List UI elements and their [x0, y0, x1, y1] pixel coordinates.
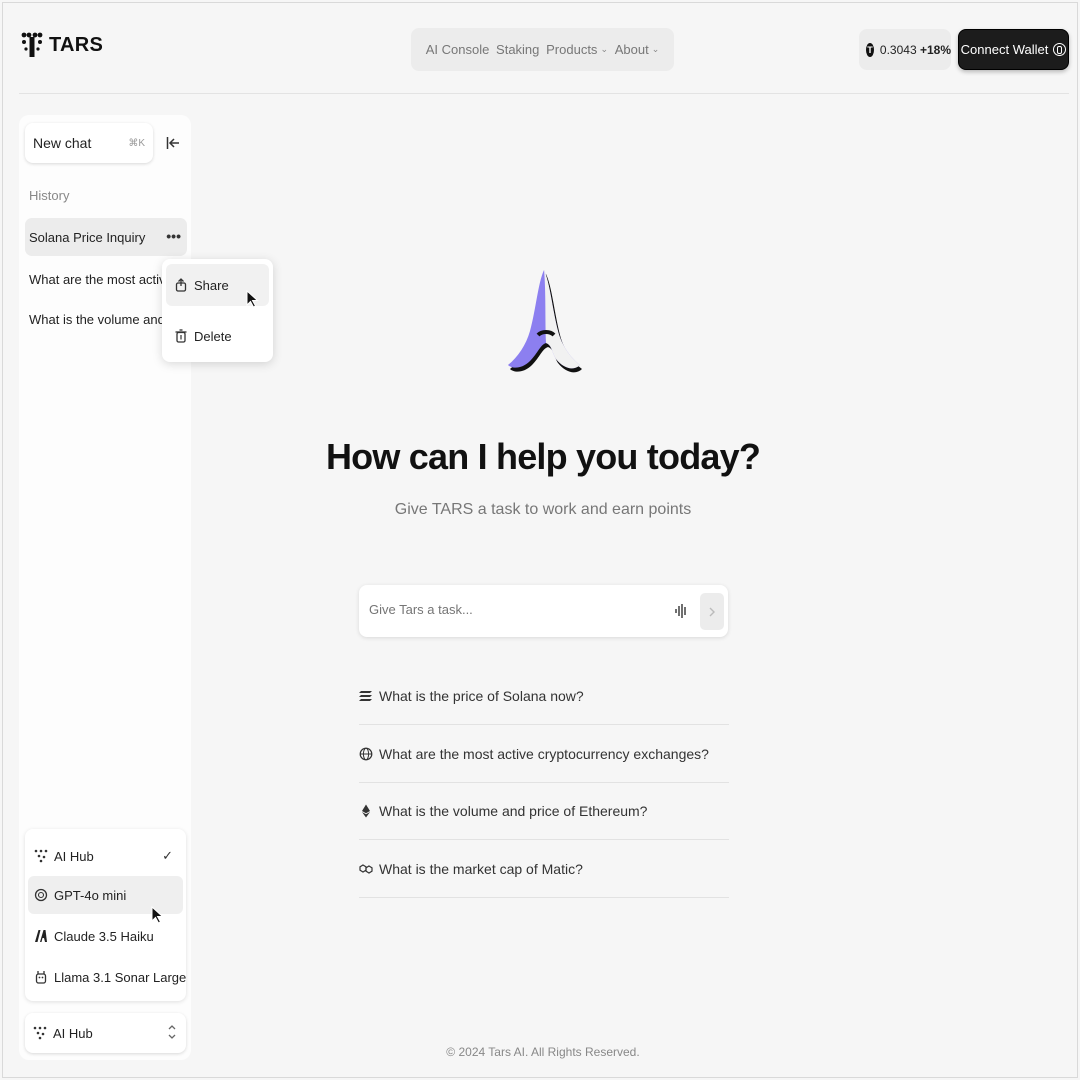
page-subheadline: Give TARS a task to work and earn points — [394, 501, 692, 518]
voice-input-icon[interactable] — [674, 603, 688, 619]
model-option-label: AI Hub — [54, 848, 94, 864]
chevron-updown-icon — [168, 1025, 176, 1039]
wallet-icon — [1053, 43, 1067, 56]
history-item-label: What is the volume and... — [29, 311, 176, 327]
header-divider — [19, 93, 1069, 94]
ai-hub-icon — [34, 849, 48, 863]
nav-ai-console[interactable]: AI Console — [426, 42, 490, 57]
polygon-icon — [359, 863, 373, 874]
send-button[interactable] — [700, 593, 724, 630]
shortcut-hint: ⌘K — [128, 137, 145, 149]
tars-logo-icon — [21, 32, 43, 57]
model-option-label: Llama 3.1 Sonar Large — [54, 969, 187, 985]
suggestion-item[interactable]: What are the most active cryptocurrency … — [359, 725, 729, 783]
token-price-change: +18% — [919, 42, 951, 57]
nav-products[interactable]: Products ⌄ — [546, 42, 608, 57]
share-label: Share — [194, 277, 229, 293]
task-input[interactable] — [369, 602, 649, 617]
model-option-ai-hub[interactable]: AI Hub ✓ — [28, 837, 183, 875]
nav-products-label: Products — [546, 42, 598, 57]
delete-label: Delete — [194, 328, 232, 344]
suggestion-text: What is the market cap of Matic? — [379, 860, 583, 877]
new-chat-label: New chat — [33, 135, 92, 151]
history-item-label: What are the most active... — [29, 271, 184, 287]
model-option-label: Claude 3.5 Haiku — [54, 928, 154, 944]
mouse-cursor-icon — [246, 290, 259, 308]
brand-name: TARS — [49, 33, 104, 56]
trash-icon — [175, 329, 187, 343]
more-options-icon[interactable]: ••• — [166, 228, 181, 244]
suggestion-item[interactable]: What is the volume and price of Ethereum… — [359, 782, 729, 840]
solana-icon — [359, 690, 372, 701]
top-nav: AI Console Staking Products ⌄ About ⌄ — [411, 28, 674, 71]
history-title: History — [29, 188, 70, 203]
anthropic-icon — [35, 930, 47, 942]
globe-icon — [359, 747, 373, 760]
share-icon — [175, 278, 187, 292]
token-price-value: 0.3043 — [879, 42, 917, 57]
nav-about[interactable]: About ⌄ — [615, 42, 660, 57]
check-icon: ✓ — [162, 848, 173, 863]
connect-wallet-label: Connect Wallet — [960, 42, 1049, 57]
history-context-menu: Share Delete — [162, 259, 273, 362]
nav-staking-label: Staking — [496, 42, 540, 57]
suggestion-text: What is the price of Solana now? — [379, 687, 584, 704]
llama-icon — [35, 971, 47, 984]
nav-staking[interactable]: Staking — [496, 42, 539, 57]
app-window: TARS AI Console Staking Products ⌄ About ⌄… — [2, 2, 1078, 1078]
task-composer — [359, 585, 728, 637]
model-selector-value: AI Hub — [53, 1025, 93, 1041]
ai-hub-icon — [33, 1026, 47, 1040]
nav-ai-console-label: AI Console — [425, 42, 490, 57]
delete-menu-item[interactable]: Delete — [166, 315, 269, 357]
suggestion-text: What is the volume and price of Ethereum… — [379, 802, 648, 819]
model-option-label: GPT-4o mini — [54, 887, 127, 903]
suggestion-text: What are the most active cryptocurrency … — [379, 745, 709, 762]
chevron-down-icon: ⌄ — [651, 44, 660, 54]
suggestion-item[interactable]: What is the market cap of Matic? — [359, 840, 729, 898]
connect-wallet-button[interactable]: Connect Wallet — [958, 29, 1069, 70]
tars-hero-logo — [508, 270, 582, 373]
tars-token-icon: T — [866, 42, 874, 57]
history-item-label: Solana Price Inquiry — [29, 229, 146, 245]
brand-logo[interactable]: TARS — [21, 32, 103, 58]
chevron-down-icon: ⌄ — [600, 44, 608, 54]
token-price: 0.3043 +18% — [880, 43, 951, 57]
collapse-sidebar-icon[interactable] — [166, 136, 180, 150]
nav-about-label: About — [614, 42, 649, 57]
openai-icon — [34, 888, 48, 902]
mouse-cursor-icon — [151, 906, 164, 924]
footer-copyright: © 2024 Tars AI. All Rights Reserved. — [446, 1045, 640, 1059]
token-price-pill[interactable]: T 0.3043 +18% — [859, 29, 951, 70]
suggestion-item[interactable]: What is the price of Solana now? — [359, 667, 729, 725]
ethereum-icon — [362, 804, 370, 817]
page-headline: How can I help you today? — [325, 436, 761, 477]
history-item[interactable]: Solana Price Inquiry ••• — [25, 218, 187, 256]
model-option-llama-sonar[interactable]: Llama 3.1 Sonar Large — [28, 958, 187, 996]
chevron-right-icon — [709, 607, 715, 616]
new-chat-button[interactable]: New chat ⌘K — [25, 123, 153, 163]
